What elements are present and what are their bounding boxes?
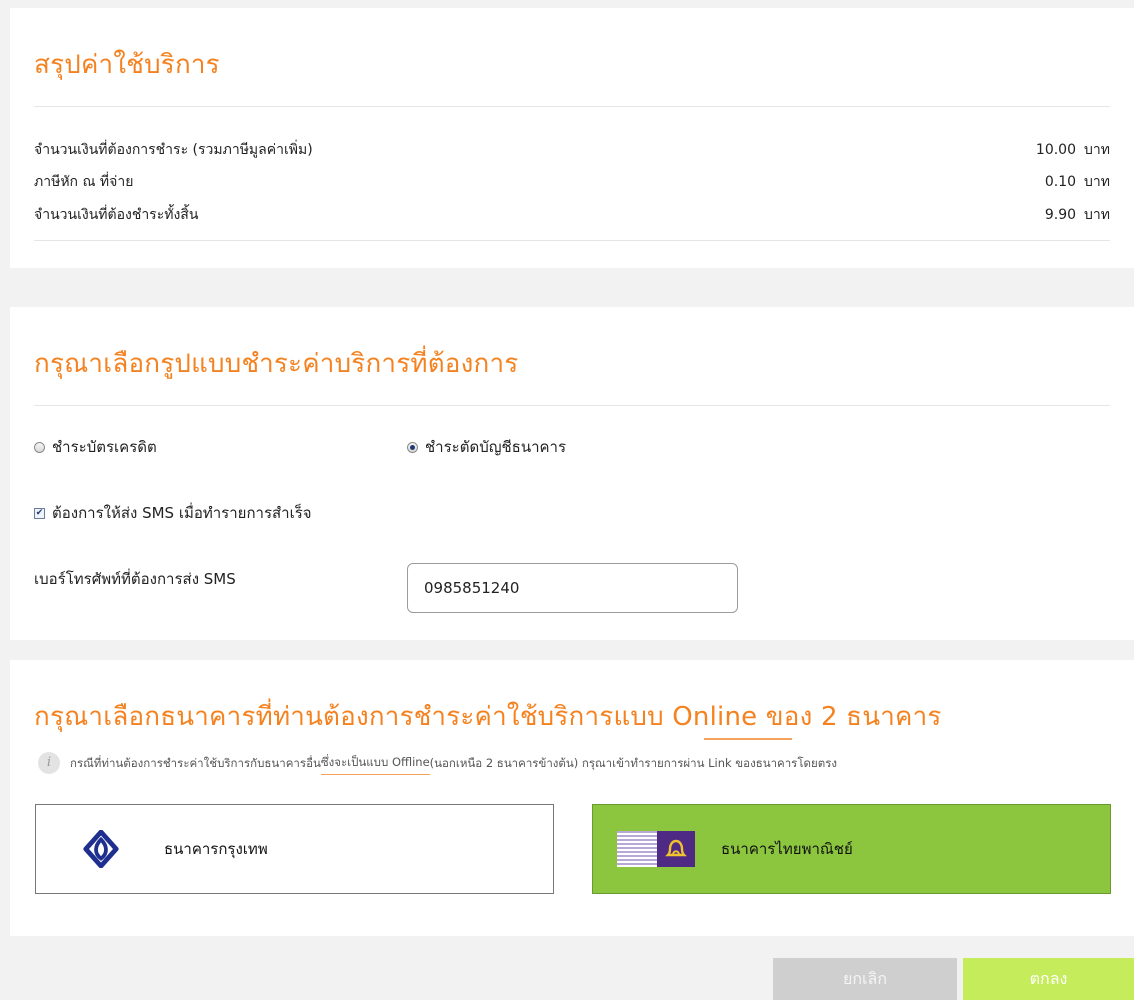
info-text-prefix: กรณีที่ท่านต้องการชำระค่าใช้บริการกับธนา… [70, 755, 321, 770]
bank-selection-title: กรุณาเลือกธนาคารที่ท่านต้องการชำระค่าใช้… [34, 702, 942, 732]
ok-button[interactable]: ตกลง [963, 958, 1134, 1000]
phone-label: เบอร์โทรศัพท์ที่ต้องการส่ง SMS [34, 570, 236, 588]
radio-bank-debit[interactable]: ชำระตัดบัญชีธนาคาร [407, 437, 566, 457]
summary-amount: 0.10 [1044, 174, 1077, 190]
scb-logo-icon [617, 831, 695, 867]
radio-bank-debit-control[interactable] [407, 441, 418, 453]
online-underline [704, 738, 792, 740]
cancel-button[interactable]: ยกเลิก [773, 958, 957, 1000]
bank-name-scb: ธนาคารไทยพาณิชย์ [721, 840, 853, 858]
radio-bank-debit-label: ชำระตัดบัญชีธนาคาร [425, 438, 567, 456]
bank-option-bangkok-bank[interactable]: ธนาคารกรุงเทพ [35, 804, 554, 894]
summary-amount: 10.00 [1035, 142, 1077, 158]
summary-section: สรุปค่าใช้บริการ จำนวนเงินที่ต้องการชำระ… [10, 8, 1134, 268]
summary-row-label: จำนวนเงินที่ต้องชำระทั้งสิ้น [34, 207, 199, 223]
summary-bottom-divider [34, 240, 1110, 241]
summary-unit: บาท [1084, 142, 1110, 158]
phone-input[interactable] [407, 563, 738, 613]
summary-amount: 9.90 [1044, 207, 1077, 223]
summary-row-label: จำนวนเงินที่ต้องการชำระ (รวมภาษีมูลค่าเพ… [34, 142, 313, 158]
bank-option-scb[interactable]: ธนาคารไทยพาณิชย์ [592, 804, 1111, 894]
summary-row-value: 10.00 บาท [1036, 140, 1110, 160]
summary-unit: บาท [1084, 207, 1110, 223]
summary-row-total: จำนวนเงินที่ต้องชำระทั้งสิ้น 9.90 บาท [34, 205, 1110, 225]
scb-logo-stripes [617, 831, 657, 867]
summary-row-amount: จำนวนเงินที่ต้องการชำระ (รวมภาษีมูลค่าเพ… [34, 140, 1110, 160]
payment-method-section: กรุณาเลือกรูปแบบชำระค่าบริการที่ต้องการ … [10, 307, 1134, 640]
summary-row-value: 9.90 บาท [1045, 205, 1110, 225]
payment-method-title: กรุณาเลือกรูปแบบชำระค่าบริการที่ต้องการ [34, 349, 519, 379]
info-icon: i [38, 751, 60, 774]
payment-method-divider [34, 405, 1110, 406]
summary-divider [34, 106, 1110, 107]
summary-row-value: 0.10 บาท [1045, 172, 1110, 192]
summary-unit: บาท [1084, 174, 1110, 190]
sms-checkbox[interactable]: ✔ ต้องการให้ส่ง SMS เมื่อทำรายการสำเร็จ [34, 503, 312, 523]
radio-credit-card[interactable]: ชำระบัตรเครดิต [34, 437, 157, 457]
bank-selection-section: กรุณาเลือกธนาคารที่ท่านต้องการชำระค่าใช้… [10, 660, 1134, 936]
scb-bell-icon [665, 839, 687, 857]
summary-row-tax: ภาษีหัก ณ ที่จ่าย 0.10 บาท [34, 172, 1110, 192]
radio-credit-card-control[interactable] [34, 441, 45, 453]
bank-name-bangkok: ธนาคารกรุงเทพ [164, 840, 268, 858]
sms-checkbox-control[interactable]: ✔ [34, 507, 45, 519]
scb-logo-mark [657, 831, 695, 867]
bangkok-bank-logo-icon [83, 830, 119, 868]
bank-info-note: i กรณีที่ท่านต้องการชำระค่าใช้บริการกับธ… [38, 750, 837, 775]
info-text-suffix: (นอกเหนือ 2 ธนาคารข้างต้น) กรุณาเข้าทำรา… [429, 755, 838, 770]
info-offline-link[interactable]: ซึ่งจะเป็นแบบ Offline [320, 750, 430, 775]
summary-row-label: ภาษีหัก ณ ที่จ่าย [34, 174, 134, 190]
radio-credit-card-label: ชำระบัตรเครดิต [52, 438, 157, 456]
summary-title: สรุปค่าใช้บริการ [34, 50, 220, 80]
sms-checkbox-label: ต้องการให้ส่ง SMS เมื่อทำรายการสำเร็จ [52, 504, 312, 522]
